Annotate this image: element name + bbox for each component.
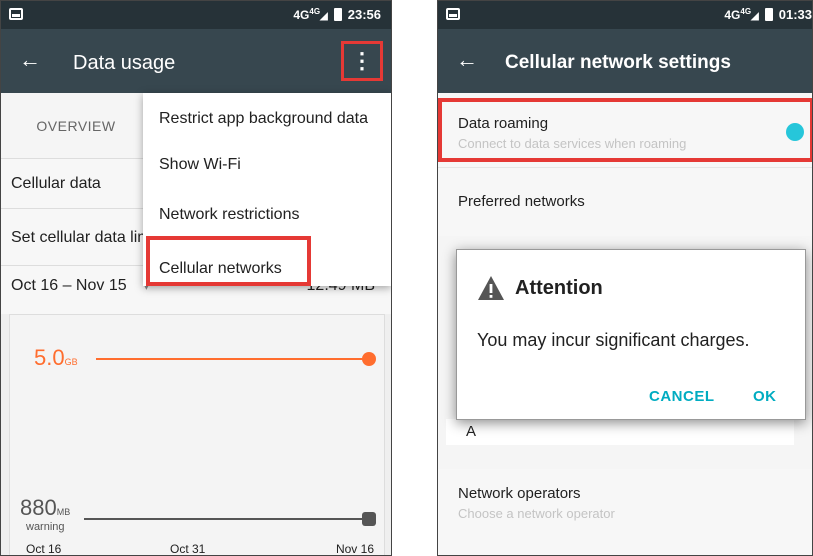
limit-line[interactable] [96,358,369,360]
limit-handle[interactable] [362,352,376,366]
network-signal-icon: 4G4G◢ [293,7,328,22]
warning-handle[interactable] [362,512,376,526]
network-signal-icon: 4G4G◢ [724,7,759,22]
menu-item-network-restrictions[interactable]: Network restrictions [143,191,391,239]
attention-dialog: Attention You may incur significant char… [456,249,806,420]
dialog-title: Attention [515,276,603,299]
warning-line[interactable] [84,518,369,520]
preferred-networks-title: Preferred networks [458,193,585,210]
status-bar: 4G4G◢ 01:33 [438,1,812,29]
page-title: Cellular network settings [505,52,731,73]
clock: 01:33 [778,7,812,22]
notification-icon [446,8,460,20]
obscured-row: A [446,419,794,445]
network-operators-subtitle: Choose a network operator [458,506,615,521]
cycle-dropdown[interactable]: Oct 16 – Nov 15 [11,277,127,294]
usage-chart: 5.0GB 880MB warning Oct 16 Oct 31 Nov 16 [9,314,385,556]
app-bar: ← Cellular network settings [438,29,812,93]
network-operators-row[interactable]: Network operators Choose a network opera… [438,469,812,555]
x-label-start: Oct 16 [26,542,62,556]
warning-label: 880MB warning [20,495,71,533]
more-vert-icon: ⋮ [351,48,373,73]
status-bar: 4G4G◢ 23:56 [1,1,391,29]
app-bar: ← Data usage ⋮ [1,29,391,93]
x-label-mid: Oct 31 [170,542,206,556]
network-operators-title: Network operators [458,485,581,502]
warning-icon [478,276,504,300]
tab-overview[interactable]: OVERVIEW [1,93,151,159]
menu-item-restrict-background[interactable]: Restrict app background data [143,95,391,143]
clock: 23:56 [347,7,381,22]
back-arrow-icon[interactable]: ← [456,47,478,73]
preferred-networks-row[interactable]: Preferred networks [438,168,812,236]
dialog-message: You may incur significant charges. [477,330,750,350]
x-label-end: Nov 16 [335,542,374,556]
ok-button[interactable]: OK [753,388,777,405]
battery-icon [333,8,342,21]
cellular-networks-highlight [146,236,311,286]
page-title: Data usage [73,52,176,74]
battery-icon [764,8,773,21]
cancel-button[interactable]: CANCEL [649,388,715,405]
right-phone-screen: 4G4G◢ 01:33 ← Cellular network settings … [437,0,813,556]
dialog-title-row: Attention [477,275,603,301]
menu-item-show-wifi[interactable]: Show Wi-Fi [143,141,391,189]
notification-icon [9,8,23,20]
back-arrow-icon[interactable]: ← [19,47,41,73]
left-phone-screen: 4G4G◢ 23:56 ← Data usage ⋮ OVERVIEW Cell… [0,0,392,556]
data-roaming-highlight [438,98,812,162]
overflow-menu-button[interactable]: ⋮ [341,41,383,81]
limit-label: 5.0GB [34,345,78,370]
